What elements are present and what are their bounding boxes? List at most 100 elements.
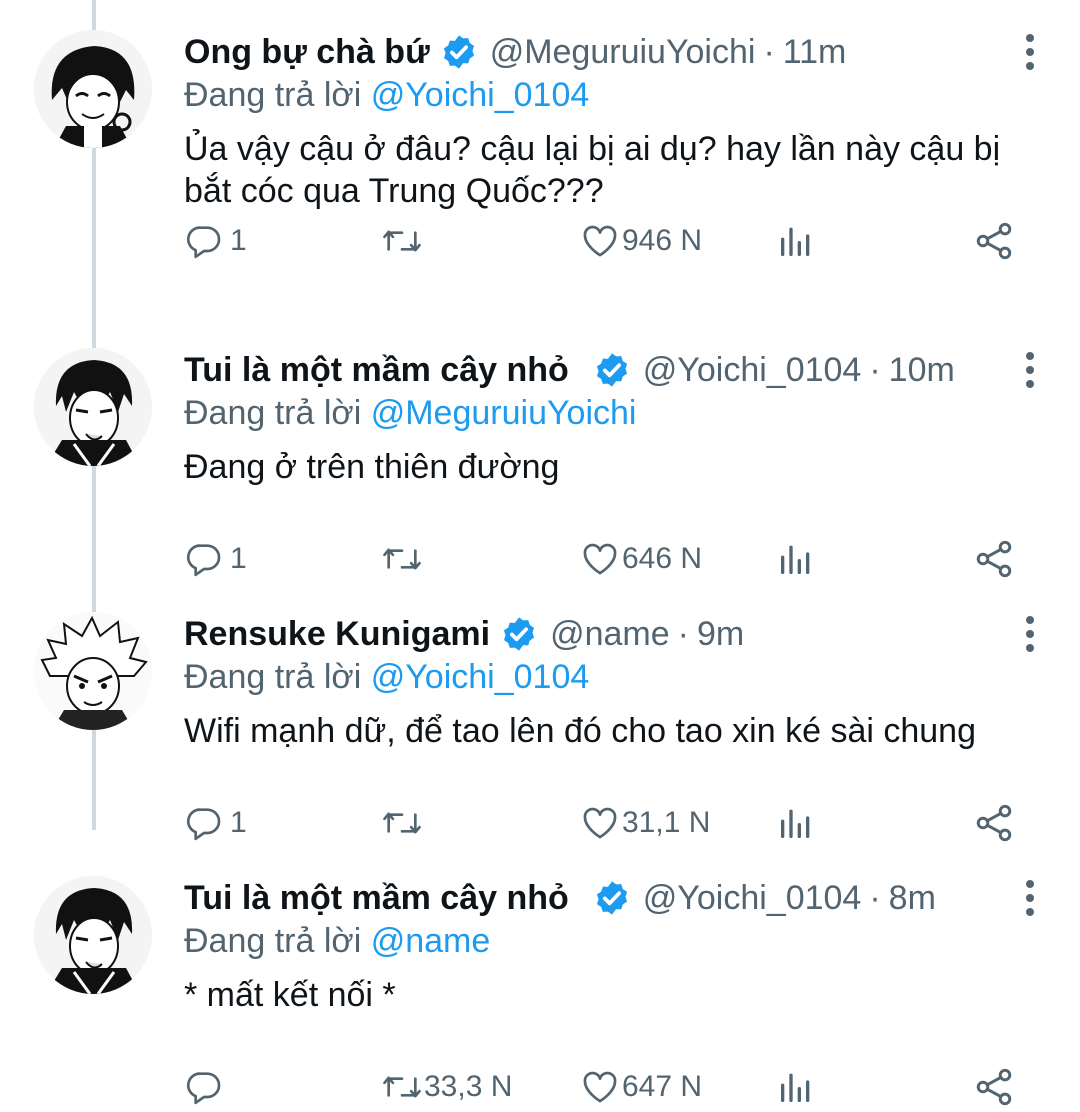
replying-to-label: Đang trả lời <box>184 394 362 432</box>
like-count: 646 N <box>622 542 703 575</box>
mention-link[interactable]: @Yoichi_0104 <box>371 658 590 696</box>
verified-badge-icon <box>596 881 627 915</box>
like-button[interactable]: 646 N <box>580 536 702 582</box>
like-count: 31,1 N <box>622 806 711 839</box>
separator-dot: · <box>677 614 689 653</box>
action-bar: 1 946 N <box>184 218 1034 264</box>
display-name[interactable]: Tui là một mầm cây nhỏ <box>184 879 569 918</box>
more-options-icon[interactable] <box>1024 880 1036 920</box>
views-icon <box>781 227 810 256</box>
like-button[interactable]: 946 N <box>580 218 702 264</box>
tweet[interactable]: Tui là một mầm cây nhỏ @Yoichi_0104 · 10… <box>0 318 1080 584</box>
tweet-header: Tui là một mầm cây nhỏ @Yoichi_0104 · 10… <box>184 344 955 396</box>
views-button[interactable] <box>776 1064 816 1110</box>
retweet-icon <box>383 1076 421 1098</box>
share-button[interactable] <box>972 1064 1016 1110</box>
like-count: 647 N <box>622 1070 703 1103</box>
share-icon <box>976 540 1012 578</box>
tweet[interactable]: Tui là một mầm cây nhỏ @Yoichi_0104 · 8m… <box>0 846 1080 1112</box>
separator-dot: · <box>869 350 881 389</box>
more-options-icon[interactable] <box>1024 352 1036 392</box>
avatar[interactable] <box>34 348 152 466</box>
share-icon <box>976 222 1012 260</box>
tweet-text: Đang ở trên thiên đường <box>184 448 560 486</box>
views-icon <box>781 809 810 838</box>
like-icon <box>583 1071 617 1103</box>
mention-link[interactable]: @name <box>371 922 491 960</box>
like-button[interactable]: 647 N <box>580 1064 702 1110</box>
user-handle[interactable]: @Yoichi_0104 <box>643 351 862 390</box>
tweet-text: Ủa vậy cậu ở đâu? cậu lại bị ai dụ? hay … <box>184 130 1001 210</box>
share-button[interactable] <box>972 800 1016 846</box>
retweet-button[interactable] <box>380 800 430 846</box>
isagi-avatar-icon <box>34 348 152 466</box>
timestamp[interactable]: 10m <box>889 351 955 390</box>
avatar[interactable] <box>34 612 152 730</box>
display-name[interactable]: Tui là một mầm cây nhỏ <box>184 351 569 390</box>
reply-button[interactable]: 1 <box>184 218 247 264</box>
reply-icon <box>186 544 221 577</box>
views-icon <box>781 1073 810 1102</box>
replying-to: Đang trả lời @Yoichi_0104 <box>184 658 589 697</box>
like-button[interactable]: 31,1 N <box>580 800 710 846</box>
replying-to: Đang trả lời @Yoichi_0104 <box>184 76 589 115</box>
action-bar: 1 31,1 N <box>184 800 1034 846</box>
reply-icon <box>186 808 221 841</box>
mention-link[interactable]: @MeguruiuYoichi <box>371 394 637 432</box>
display-name[interactable]: Ong bự chà bứ <box>184 33 430 72</box>
tweet[interactable]: Rensuke Kunigami @name · 9m Đang trả lời… <box>0 582 1080 848</box>
avatar[interactable] <box>34 30 152 148</box>
timestamp[interactable]: 9m <box>697 615 744 654</box>
replying-to-label: Đang trả lời <box>184 658 362 696</box>
reply-count: 1 <box>230 806 247 839</box>
views-button[interactable] <box>776 536 816 582</box>
replying-to-label: Đang trả lời <box>184 76 362 114</box>
action-bar: 33,3 N 647 N <box>184 1064 1034 1110</box>
reply-button[interactable]: 1 <box>184 536 247 582</box>
mention-link[interactable]: @Yoichi_0104 <box>371 76 590 114</box>
views-button[interactable] <box>776 218 816 264</box>
retweet-icon <box>383 230 421 252</box>
more-options-icon[interactable] <box>1024 34 1036 74</box>
separator-dot: · <box>869 878 881 917</box>
kunigami-avatar-icon <box>34 612 152 730</box>
timestamp[interactable]: 8m <box>889 879 936 918</box>
replying-to-label: Đang trả lời <box>184 922 362 960</box>
tweet-header: Tui là một mầm cây nhỏ @Yoichi_0104 · 8m <box>184 872 936 924</box>
reply-button[interactable] <box>184 1064 230 1110</box>
retweet-button[interactable] <box>380 218 430 264</box>
retweet-icon <box>383 548 421 570</box>
action-bar: 1 646 N <box>184 536 1034 582</box>
separator-dot: · <box>763 32 775 71</box>
verified-badge-icon <box>596 353 627 387</box>
tweet-header: Rensuke Kunigami @name · 9m <box>184 608 744 660</box>
user-handle[interactable]: @name <box>550 615 670 654</box>
like-icon <box>583 543 617 575</box>
reply-icon <box>186 1072 221 1105</box>
verified-badge-icon <box>443 35 474 69</box>
retweet-icon <box>383 812 421 834</box>
user-handle[interactable]: @MeguruiuYoichi <box>490 33 756 72</box>
views-icon <box>781 545 810 574</box>
tweet-text: * mất kết nối * <box>184 976 396 1014</box>
verified-badge-icon <box>504 617 535 651</box>
display-name[interactable]: Rensuke Kunigami <box>184 615 490 654</box>
bachira-avatar-icon <box>34 30 152 148</box>
reply-button[interactable]: 1 <box>184 800 247 846</box>
tweet[interactable]: Ong bự chà bứ @MeguruiuYoichi · 11m Đang… <box>0 0 1080 266</box>
timestamp[interactable]: 11m <box>783 33 847 72</box>
retweet-button[interactable] <box>380 536 430 582</box>
tweet-text: Wifi mạnh dữ, để tao lên đó cho tao xin … <box>184 712 976 750</box>
share-button[interactable] <box>972 218 1016 264</box>
tweet-header: Ong bự chà bứ @MeguruiuYoichi · 11m <box>184 26 846 78</box>
user-handle[interactable]: @Yoichi_0104 <box>643 879 862 918</box>
like-icon <box>583 807 617 839</box>
share-icon <box>976 804 1012 842</box>
replying-to: Đang trả lời @name <box>184 922 490 961</box>
reply-icon <box>186 226 221 259</box>
retweet-button[interactable]: 33,3 N <box>380 1064 512 1110</box>
avatar[interactable] <box>34 876 152 994</box>
views-button[interactable] <box>776 800 816 846</box>
share-button[interactable] <box>972 536 1016 582</box>
more-options-icon[interactable] <box>1024 616 1036 656</box>
